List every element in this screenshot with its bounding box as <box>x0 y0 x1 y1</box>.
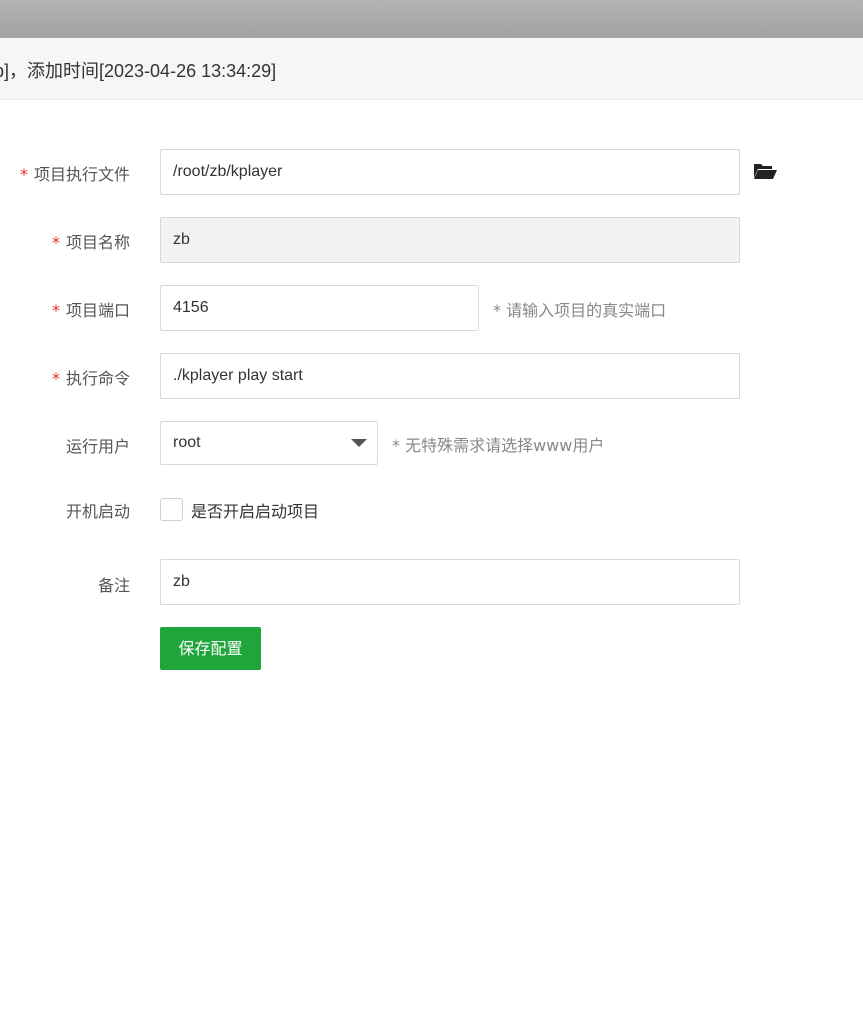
required-mark: * <box>51 369 60 388</box>
exec-file-label: * 项目执行文件 <box>19 165 130 184</box>
chevron-down-icon <box>351 439 367 447</box>
remark-label: 备注 <box>97 576 130 595</box>
exec-command-input[interactable]: ./kplayer play start <box>160 353 740 399</box>
remark-input[interactable]: zb <box>160 559 740 605</box>
project-port-input[interactable]: 4156 <box>160 285 479 331</box>
project-port-hint: * 请输入项目的真实端口 <box>493 301 667 320</box>
save-config-button[interactable]: 保存配置 <box>160 627 261 670</box>
required-mark: * <box>51 301 60 320</box>
project-info-bar: b]，添加时间[2023-04-26 13:34:29] <box>0 38 863 100</box>
project-info-text: b]，添加时间[2023-04-26 13:34:29] <box>0 61 277 81</box>
required-mark: * <box>19 165 28 184</box>
autostart-label: 开机启动 <box>65 502 130 521</box>
required-mark: * <box>51 233 60 252</box>
run-user-select[interactable]: root <box>160 421 378 465</box>
run-user-label: 运行用户 <box>65 437 130 456</box>
autostart-checkbox[interactable] <box>160 498 183 521</box>
dialog-titlebar <box>0 0 863 38</box>
autostart-checkbox-label[interactable]: 是否开启启动项目 <box>191 498 319 522</box>
project-name-input[interactable]: zb <box>160 217 740 263</box>
exec-command-label: * 执行命令 <box>51 369 130 388</box>
exec-file-input[interactable]: /root/zb/kplayer <box>160 149 740 195</box>
folder-open-icon[interactable] <box>753 162 777 180</box>
run-user-hint: * 无特殊需求请选择www用户 <box>392 436 605 455</box>
run-user-value: root <box>173 434 201 451</box>
project-port-label: * 项目端口 <box>51 301 130 320</box>
project-name-label: * 项目名称 <box>51 233 130 252</box>
